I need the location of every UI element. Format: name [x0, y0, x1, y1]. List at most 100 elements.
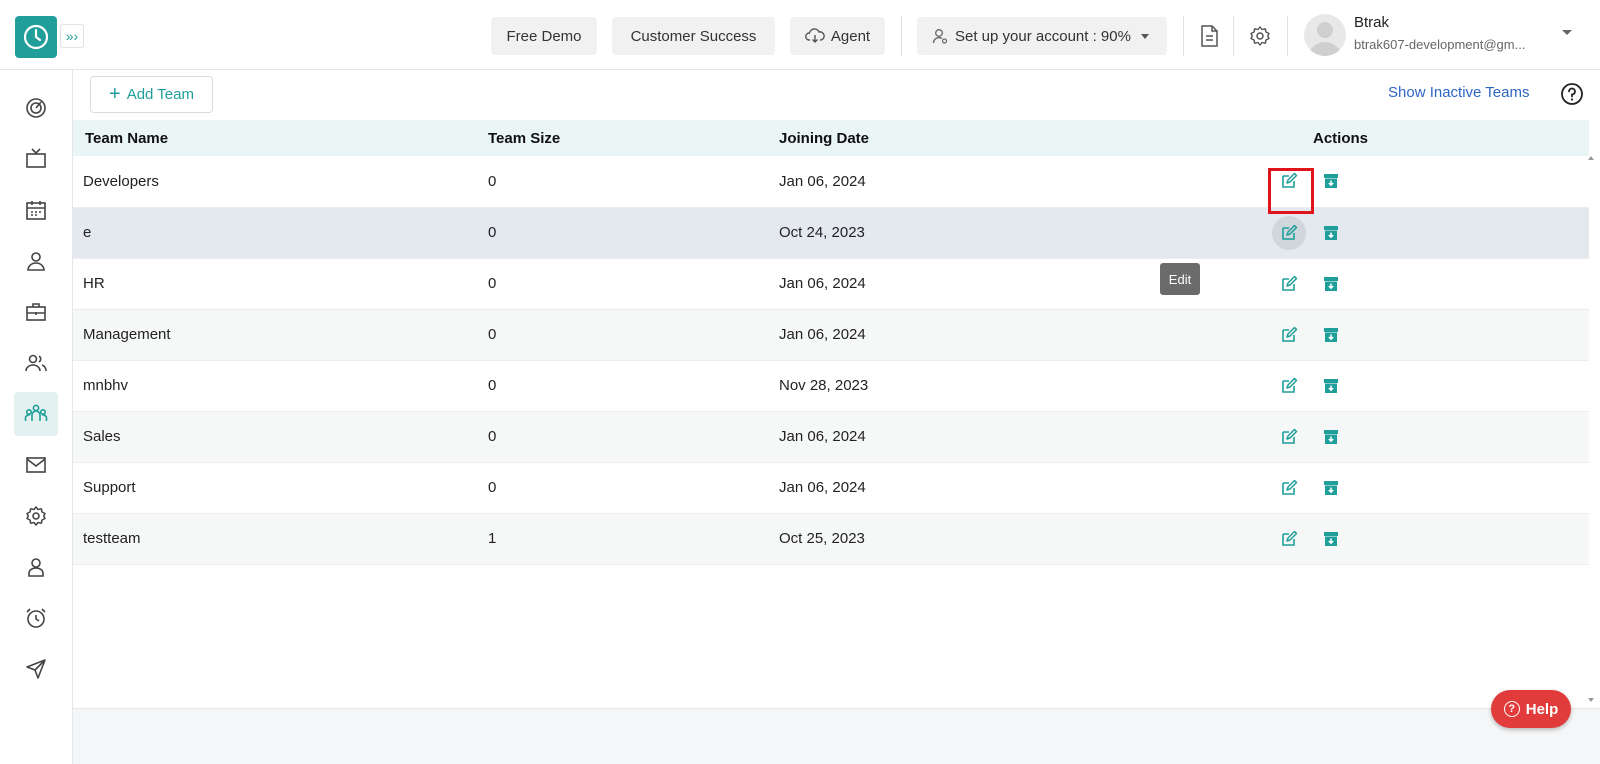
table-row[interactable]: testteam 1 Oct 25, 2023 [73, 513, 1589, 565]
tv-icon [26, 148, 46, 168]
sidebar-item-mail[interactable] [14, 443, 58, 487]
archive-button[interactable] [1314, 267, 1348, 301]
column-header-team-name[interactable]: Team Name [73, 120, 483, 156]
sidebar-item-users[interactable] [14, 341, 58, 385]
show-inactive-teams-link[interactable]: Show Inactive Teams [1388, 84, 1529, 101]
column-header-actions: Actions [1186, 120, 1589, 156]
add-team-label: Add Team [126, 86, 194, 103]
edit-button[interactable] [1272, 369, 1306, 403]
help-circle-icon: ? [1503, 701, 1520, 717]
edit-button[interactable] [1272, 420, 1306, 454]
archive-button[interactable] [1314, 522, 1348, 556]
sidebar-item-dashboard[interactable] [14, 86, 58, 130]
team-size-cell: 0 [483, 360, 776, 412]
sidebar-item-teams[interactable] [14, 392, 58, 436]
column-header-joining-date[interactable]: Joining Date [776, 120, 1186, 156]
table-row[interactable]: Management 0 Jan 06, 2024 [73, 309, 1589, 361]
archive-button[interactable] [1314, 318, 1348, 352]
table-row[interactable]: Developers 0 Jan 06, 2024 [73, 156, 1589, 215]
edit-button[interactable] [1272, 471, 1306, 505]
edit-button[interactable] [1272, 215, 1306, 250]
team-name-cell: Developers [73, 156, 483, 208]
help-label: Help [1525, 700, 1559, 718]
expand-sidebar-button[interactable]: »› [60, 24, 84, 48]
scroll-down-arrow-icon[interactable] [1588, 698, 1594, 702]
clock-logo-icon [23, 24, 49, 50]
default-avatar-icon [1309, 22, 1341, 56]
archive-icon [1322, 172, 1340, 190]
agent-label: Agent [830, 27, 871, 45]
help-button[interactable]: ? Help [1491, 690, 1571, 728]
team-name-cell: Sales [73, 411, 483, 463]
edit-icon [1280, 428, 1298, 446]
user-name: Btrak [1354, 14, 1390, 31]
archive-button[interactable] [1314, 369, 1348, 403]
table-row[interactable]: mnbhv 0 Nov 28, 2023 [73, 360, 1589, 412]
archive-icon [1322, 326, 1340, 344]
avatar[interactable] [1304, 14, 1346, 56]
sidebar-item-user[interactable] [14, 239, 58, 283]
actions-cell [1186, 309, 1589, 361]
sidebar-item-profile[interactable] [14, 545, 58, 589]
table-row[interactable]: e 0 Oct 24, 2023 [73, 207, 1589, 259]
sidebar-item-settings[interactable] [14, 494, 58, 538]
edit-button[interactable] [1272, 267, 1306, 301]
archive-icon [1322, 479, 1340, 497]
actions-cell [1186, 207, 1589, 259]
team-size-cell: 1 [483, 513, 776, 565]
free-demo-button[interactable]: Free Demo [491, 17, 597, 55]
footer-band [73, 708, 1600, 764]
customer-success-button[interactable]: Customer Success [612, 17, 775, 55]
joining-date-cell: Jan 06, 2024 [776, 258, 1186, 310]
archive-button[interactable] [1314, 216, 1348, 250]
setup-account-label: Set up your account : 90% [955, 27, 1131, 45]
edit-button[interactable] [1272, 522, 1306, 556]
joining-date-cell: Nov 28, 2023 [776, 360, 1186, 412]
sidebar-item-tv[interactable] [14, 137, 58, 181]
archive-button[interactable] [1314, 164, 1348, 198]
team-name-cell: mnbhv [73, 360, 483, 412]
team-size-cell: 0 [483, 258, 776, 310]
user-menu-caret-icon[interactable] [1562, 30, 1572, 35]
archive-button[interactable] [1314, 471, 1348, 505]
setup-account-dropdown[interactable]: Set up your account : 90% [917, 17, 1167, 55]
users-icon [25, 354, 47, 372]
team-name-cell: e [73, 207, 483, 259]
scroll-up-arrow-icon[interactable] [1588, 156, 1594, 160]
column-header-team-size[interactable]: Team Size [483, 120, 776, 156]
sidebar-item-alarm[interactable] [14, 596, 58, 640]
edit-icon [1280, 530, 1298, 548]
table-header-row: Team Name Team Size Joining Date Actions [73, 120, 1589, 156]
user-email: btrak607-development@gm... [1354, 37, 1526, 52]
archive-button[interactable] [1314, 420, 1348, 454]
team-name-cell: Support [73, 462, 483, 514]
joining-date-cell: Oct 25, 2023 [776, 513, 1186, 565]
sidebar-item-briefcase[interactable] [14, 290, 58, 334]
agent-button[interactable]: Agent [790, 17, 885, 55]
header-divider [1233, 16, 1234, 56]
joining-date-cell: Jan 06, 2024 [776, 309, 1186, 361]
user-icon [27, 252, 45, 271]
edit-icon [1280, 377, 1298, 395]
teams-table: Team Name Team Size Joining Date Actions… [73, 120, 1589, 565]
edit-button[interactable] [1272, 318, 1306, 352]
table-row[interactable]: Sales 0 Jan 06, 2024 [73, 411, 1589, 463]
sidebar-item-send[interactable] [14, 647, 58, 691]
table-row[interactable]: Support 0 Jan 06, 2024 [73, 462, 1589, 514]
chevrons-right-icon: »› [65, 28, 79, 44]
send-icon [26, 659, 46, 679]
add-team-button[interactable]: + Add Team [90, 76, 213, 113]
sidebar-item-calendar[interactable] [14, 188, 58, 232]
document-icon[interactable] [1195, 22, 1223, 50]
actions-cell [1186, 462, 1589, 514]
calendar-icon [26, 201, 46, 220]
app-logo[interactable] [15, 16, 57, 58]
actions-cell [1186, 513, 1589, 565]
edit-icon [1280, 224, 1298, 242]
actions-cell [1186, 411, 1589, 463]
table-row[interactable]: HR 0 Jan 06, 2024 [73, 258, 1589, 310]
joining-date-cell: Jan 06, 2024 [776, 462, 1186, 514]
highlight-box [1268, 168, 1314, 215]
help-question-icon[interactable] [1560, 82, 1584, 106]
settings-gear-icon[interactable] [1246, 22, 1274, 50]
